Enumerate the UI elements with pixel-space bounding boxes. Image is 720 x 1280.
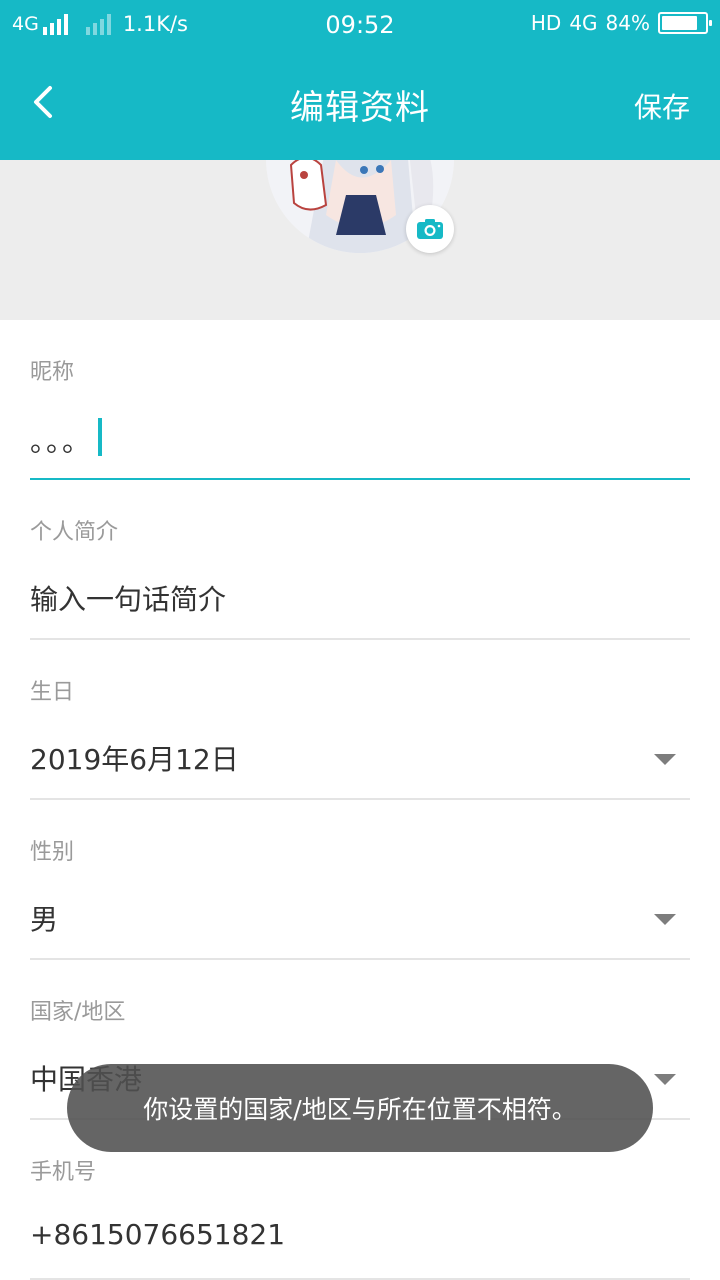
network-type-right: 4G — [569, 11, 598, 35]
dropdown-arrow-icon[interactable] — [654, 1074, 676, 1085]
bio-field[interactable]: 个人简介 输入一句话简介 — [30, 480, 690, 640]
dropdown-arrow-icon[interactable] — [654, 914, 676, 925]
birthday-value[interactable]: 2019年6月12日 — [30, 738, 239, 778]
camera-icon — [417, 219, 443, 239]
bio-label: 个人简介 — [30, 520, 119, 545]
gender-field[interactable]: 性别 男 — [30, 800, 690, 960]
nickname-input[interactable]: 。。。 — [30, 418, 103, 462]
text-cursor — [98, 418, 103, 456]
phone-value[interactable]: +8615076651821 — [30, 1218, 285, 1251]
nickname-field[interactable]: 昵称 。。。 — [30, 320, 690, 480]
gender-value[interactable]: 男 — [30, 898, 58, 938]
nickname-label: 昵称 — [30, 360, 75, 385]
nickname-value: 。。。 — [30, 425, 93, 458]
birthday-field[interactable]: 生日 2019年6月12日 — [30, 640, 690, 800]
region-label: 国家/地区 — [30, 1000, 126, 1025]
bio-input[interactable]: 输入一句话简介 — [30, 578, 226, 618]
page-title: 编辑资料 — [290, 88, 430, 128]
birthday-label: 生日 — [30, 680, 75, 705]
avatar-section — [0, 160, 720, 320]
dropdown-arrow-icon[interactable] — [654, 754, 676, 765]
status-bar: 4G 1.1K/s 09:52 HD 4G 84% — [0, 0, 720, 50]
toast-message: 你设置的国家/地区与所在位置不相符。 — [67, 1064, 653, 1152]
status-right: HD 4G 84% — [530, 11, 712, 35]
gender-label: 性别 — [30, 840, 75, 865]
phone-label: 手机号 — [30, 1160, 97, 1185]
battery-icon — [658, 12, 712, 34]
change-avatar-button[interactable] — [406, 205, 454, 253]
hd-indicator: HD — [530, 11, 562, 35]
header-bar: 编辑资料 保存 — [0, 50, 720, 160]
edit-profile-screen: 4G 1.1K/s 09:52 HD 4G 84% 编辑资料 保存 昵称 。。。… — [0, 0, 720, 1280]
battery-percent: 84% — [605, 11, 650, 35]
save-button[interactable]: 保存 — [634, 86, 690, 126]
